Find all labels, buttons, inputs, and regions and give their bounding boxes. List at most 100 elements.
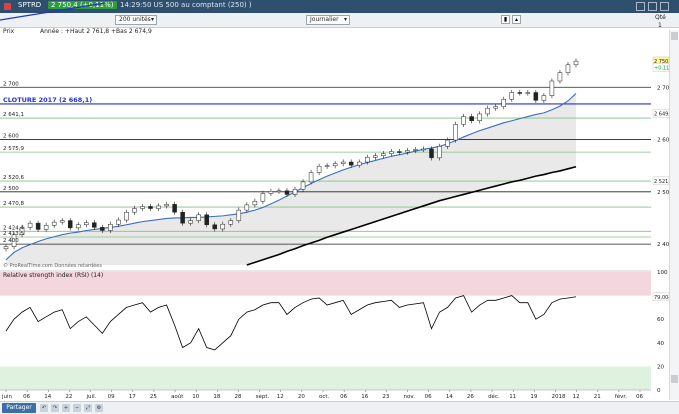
- x-tick-label: 23: [382, 394, 389, 400]
- undo-icon[interactable]: ↶: [40, 404, 48, 412]
- candle-body: [340, 161, 346, 164]
- x-tick-label: 17: [129, 394, 136, 400]
- rsi-line: [5, 295, 577, 351]
- x-tick-label: 09: [108, 394, 115, 400]
- candle-body: [381, 153, 386, 156]
- candle-body: [276, 190, 282, 193]
- candle-body: [220, 223, 226, 230]
- candle-body: [469, 116, 474, 121]
- share-button[interactable]: Partager: [2, 403, 36, 413]
- candle-body: [3, 246, 9, 250]
- candle-body: [493, 106, 498, 109]
- scroll-up-icon[interactable]: [671, 32, 678, 40]
- x-tick-label: 06: [340, 394, 347, 400]
- x-tick-label: 2018: [551, 394, 565, 400]
- candle-body: [356, 161, 362, 166]
- x-tick-label: 19: [530, 394, 537, 400]
- candle-body: [373, 155, 378, 158]
- x-tick-label: juin: [1, 394, 13, 400]
- candle-body: [244, 204, 250, 211]
- x-tick-label: 21: [594, 394, 601, 400]
- y-tick-label: 2 600: [657, 138, 669, 144]
- price-tag-label: 2 649,4: [654, 112, 669, 118]
- candle-body: [292, 188, 298, 195]
- level-label: 2 413,5: [3, 231, 24, 237]
- rsi-zone: [0, 366, 651, 390]
- candle-body: [461, 116, 466, 125]
- vertical-scrollbar[interactable]: [669, 30, 679, 400]
- candle-body: [252, 200, 258, 206]
- candle-body: [453, 124, 458, 141]
- redo-icon[interactable]: ↷: [51, 404, 59, 412]
- candle-body: [100, 227, 105, 231]
- y-tick-label: 2 400: [657, 242, 669, 248]
- ma-band-area: [6, 93, 576, 265]
- candle-body: [525, 92, 531, 94]
- candle-body: [59, 220, 65, 223]
- candle-body: [445, 139, 450, 147]
- candle-body: [140, 206, 145, 209]
- x-tick-label: 16: [361, 394, 368, 400]
- x-tick-label: 14: [446, 394, 453, 400]
- candle-body: [501, 99, 506, 107]
- candle-body: [397, 151, 402, 153]
- candle-body: [284, 190, 290, 195]
- settings-icon[interactable]: ⚙: [95, 404, 103, 412]
- x-tick-label: nov.: [404, 394, 416, 400]
- bottom-toolbar: Partager ↶ ↷ + − ⤢ ⚙: [0, 401, 679, 414]
- candle-body: [421, 148, 426, 151]
- x-tick-label: déc.: [488, 393, 500, 400]
- candle-body: [148, 206, 153, 209]
- price-chart[interactable]: 2 700 CLOTURE 2017 (2 668,1) 2 641,1 2 600 2…: [0, 0, 669, 401]
- candle-body: [92, 222, 97, 228]
- candle-body: [477, 113, 482, 121]
- level-label: 2 641,1: [3, 112, 24, 118]
- candle-body: [308, 172, 314, 183]
- candle-body: [35, 222, 41, 230]
- price-tag-label: +0,11%: [654, 65, 669, 71]
- candle-body: [132, 208, 137, 213]
- candle-body: [268, 191, 274, 194]
- fit-icon[interactable]: ⤢: [84, 404, 92, 412]
- x-tick-label: 20: [298, 394, 305, 400]
- x-tick-label: 06: [425, 394, 432, 400]
- candle-body: [156, 205, 161, 209]
- x-tick-label: 18: [213, 394, 220, 400]
- x-tick-label: 22: [65, 394, 72, 400]
- x-tick-label: août: [171, 393, 184, 400]
- candle-body: [573, 60, 579, 66]
- candle-body: [67, 220, 73, 229]
- scroll-down-icon[interactable]: [671, 375, 678, 383]
- x-tick-label: oct.: [319, 394, 330, 400]
- x-tick-label: 10: [192, 394, 199, 400]
- x-tick-label: 06: [23, 394, 30, 400]
- candle-body: [300, 181, 306, 190]
- level-label: 2 500: [3, 186, 19, 192]
- candle-body: [228, 220, 234, 225]
- rsi-tick-label: 40: [657, 341, 664, 347]
- candle-body: [316, 165, 322, 173]
- candle-body: [541, 95, 547, 101]
- zoom-in-icon[interactable]: +: [62, 404, 70, 412]
- rsi-current-label: 79,004: [654, 295, 669, 301]
- x-tick-label: 28: [234, 394, 241, 400]
- x-tick-label: 26: [467, 394, 474, 400]
- x-tick-label: 14: [44, 394, 51, 400]
- candle-body: [517, 92, 523, 94]
- x-tick-label: 11: [509, 394, 516, 400]
- price-tag-label: 2 521,0: [654, 179, 669, 185]
- candle-body: [260, 193, 266, 202]
- level-label: 2 400: [3, 238, 19, 244]
- y-tick-label: 2 700: [657, 85, 669, 91]
- candle-body: [116, 219, 121, 225]
- zoom-out-icon[interactable]: −: [73, 404, 81, 412]
- candle-body: [429, 148, 434, 159]
- level-label: 2 600: [3, 134, 19, 140]
- candle-body: [204, 214, 209, 225]
- candle-body: [565, 64, 571, 73]
- x-tick-label: févr.: [615, 393, 627, 400]
- x-tick-label: 25: [150, 394, 157, 400]
- x-tick-label: sept.: [256, 394, 270, 400]
- candle-body: [236, 209, 242, 221]
- candle-body: [76, 224, 81, 229]
